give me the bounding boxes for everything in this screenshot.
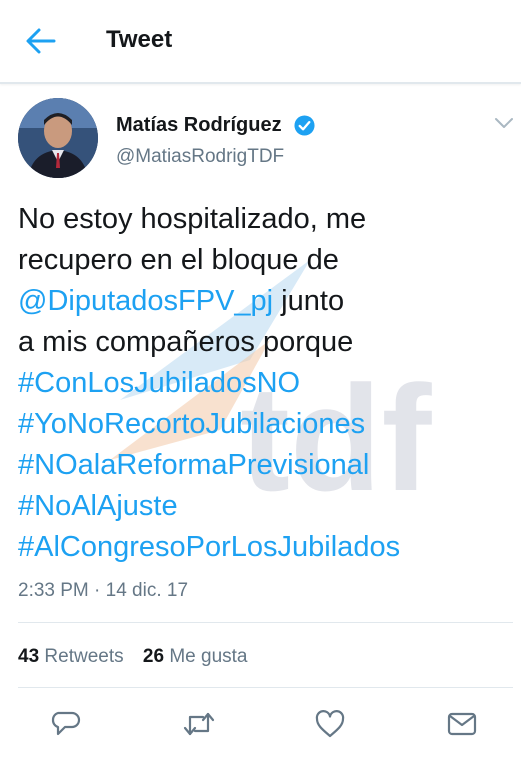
mention-link[interactable]: @DiputadosFPV_pj bbox=[18, 285, 273, 317]
header-bar: Tweet bbox=[0, 0, 521, 84]
reply-button[interactable] bbox=[50, 708, 82, 740]
tweet-line: @DiputadosFPV_pj junto bbox=[18, 281, 513, 322]
retweets-label: Retweets bbox=[44, 646, 124, 667]
retweets-count: 43 bbox=[18, 646, 40, 667]
arrow-left-icon bbox=[26, 28, 56, 54]
avatar[interactable] bbox=[18, 98, 98, 178]
divider bbox=[18, 687, 513, 688]
author-name[interactable]: Matías Rodríguez bbox=[116, 114, 282, 137]
tweet-timestamp: 2:33 PM · 14 dic. 17 bbox=[18, 580, 189, 601]
retweets-stat[interactable]: 43 Retweets bbox=[18, 646, 124, 667]
author-handle[interactable]: @MatiasRodrigTDF bbox=[116, 146, 284, 168]
tweet-text: No estoy hospitalizado, me recupero en e… bbox=[18, 199, 513, 568]
retweet-icon bbox=[183, 712, 215, 736]
tweet-stats: 43 Retweets 26 Me gusta bbox=[18, 646, 247, 668]
likes-count: 26 bbox=[142, 646, 165, 667]
tweet-line-rest: junto bbox=[273, 285, 345, 317]
likes-label: Me gusta bbox=[169, 646, 248, 667]
retweet-button[interactable] bbox=[182, 708, 215, 740]
message-icon bbox=[447, 712, 477, 736]
message-button[interactable] bbox=[446, 708, 478, 740]
likes-stat[interactable]: 26 Me gusta bbox=[143, 646, 248, 667]
hashtag-link[interactable]: #ConLosJubiladosNO bbox=[18, 363, 513, 404]
tweet-line: recupero en el bloque de bbox=[18, 244, 339, 276]
like-button[interactable] bbox=[314, 708, 346, 740]
reply-icon bbox=[51, 711, 81, 736]
tweet-line: No estoy hospitalizado, me bbox=[18, 203, 367, 235]
page-title: Tweet bbox=[106, 26, 173, 53]
chevron-down-icon[interactable] bbox=[494, 116, 514, 130]
hashtag-link[interactable]: #NOalaReformaPrevisional bbox=[18, 445, 513, 486]
back-button[interactable] bbox=[24, 26, 58, 56]
hashtag-link[interactable]: #YoNoRecortoJubilaciones bbox=[18, 404, 513, 445]
verified-badge-icon bbox=[294, 115, 315, 136]
hashtag-link[interactable]: #AlCongresoPorLosJubilados bbox=[18, 527, 513, 568]
hashtag-link[interactable]: #NoAlAjuste bbox=[18, 486, 513, 527]
like-icon bbox=[315, 710, 345, 738]
tweet-line: a mis compañeros porque bbox=[18, 326, 354, 358]
divider bbox=[18, 622, 513, 623]
